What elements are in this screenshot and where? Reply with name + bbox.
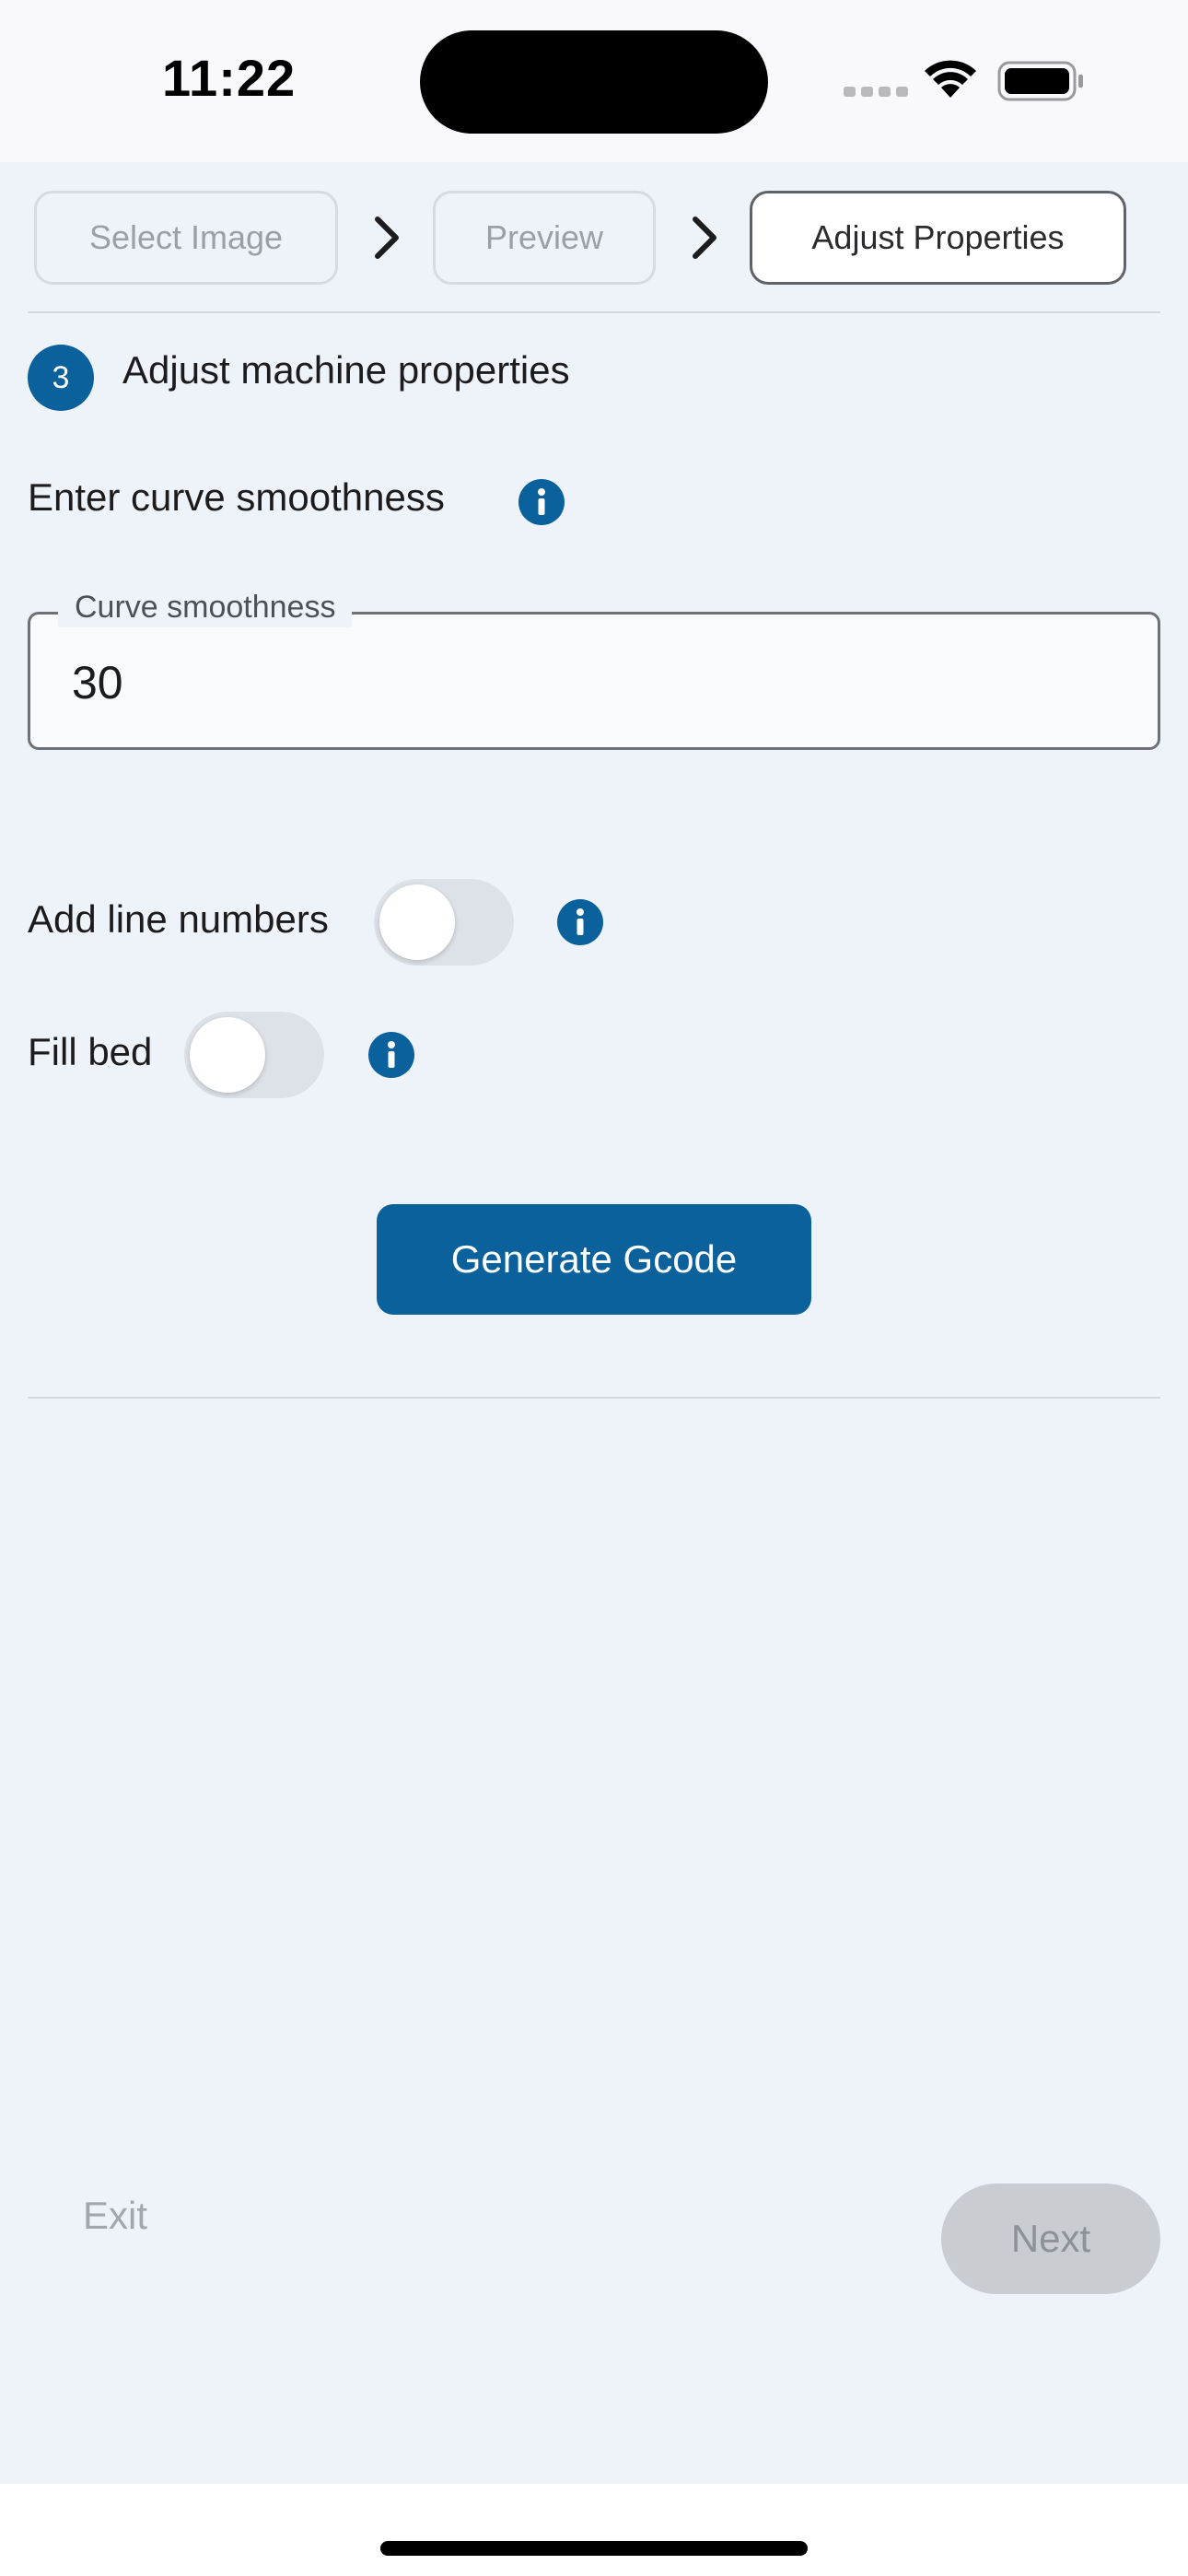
section-title: Adjust machine properties bbox=[122, 348, 570, 392]
generate-gcode-button[interactable]: Generate Gcode bbox=[377, 1204, 811, 1315]
step-label: Adjust Properties bbox=[811, 218, 1065, 256]
exit-button[interactable]: Exit bbox=[55, 2184, 175, 2248]
status-time: 11:22 bbox=[162, 49, 297, 107]
toggle-knob bbox=[190, 1017, 265, 1093]
next-button[interactable]: Next bbox=[941, 2184, 1160, 2294]
home-indicator[interactable] bbox=[380, 2541, 808, 2556]
curve-smoothness-input[interactable] bbox=[72, 653, 1085, 712]
next-label: Next bbox=[1010, 2217, 1091, 2260]
curve-smoothness-label: Enter curve smoothness bbox=[28, 475, 445, 519]
step-label: Preview bbox=[484, 218, 604, 256]
cellular-signal-icon bbox=[844, 87, 908, 97]
wifi-icon bbox=[925, 60, 976, 98]
dynamic-island bbox=[420, 30, 768, 134]
info-icon[interactable] bbox=[367, 1031, 415, 1079]
status-bar: 11:22 bbox=[0, 0, 1188, 162]
chevron-right-icon bbox=[375, 217, 399, 259]
line-numbers-label: Add line numbers bbox=[28, 897, 329, 941]
main-content: Select Image Preview Adjust Properties 3… bbox=[0, 162, 1188, 2484]
info-icon[interactable] bbox=[556, 898, 604, 946]
curve-smoothness-field[interactable]: Curve smoothness bbox=[28, 587, 1160, 750]
step-label: Select Image bbox=[88, 218, 284, 256]
field-legend: Curve smoothness bbox=[58, 587, 353, 627]
divider bbox=[28, 1397, 1160, 1399]
step-number-badge: 3 bbox=[28, 345, 94, 411]
toggle-knob bbox=[379, 884, 455, 960]
line-numbers-toggle[interactable] bbox=[374, 879, 514, 966]
chevron-right-icon bbox=[693, 217, 716, 259]
step-adjust-properties[interactable]: Adjust Properties bbox=[750, 191, 1126, 285]
fill-bed-label: Fill bed bbox=[28, 1030, 153, 1073]
battery-icon bbox=[997, 61, 1083, 101]
divider bbox=[28, 311, 1160, 313]
step-select-image[interactable]: Select Image bbox=[34, 191, 338, 285]
step-preview[interactable]: Preview bbox=[433, 191, 656, 285]
info-icon[interactable] bbox=[518, 478, 565, 526]
fill-bed-toggle[interactable] bbox=[184, 1012, 324, 1098]
stepper: Select Image Preview Adjust Properties bbox=[0, 191, 1188, 285]
